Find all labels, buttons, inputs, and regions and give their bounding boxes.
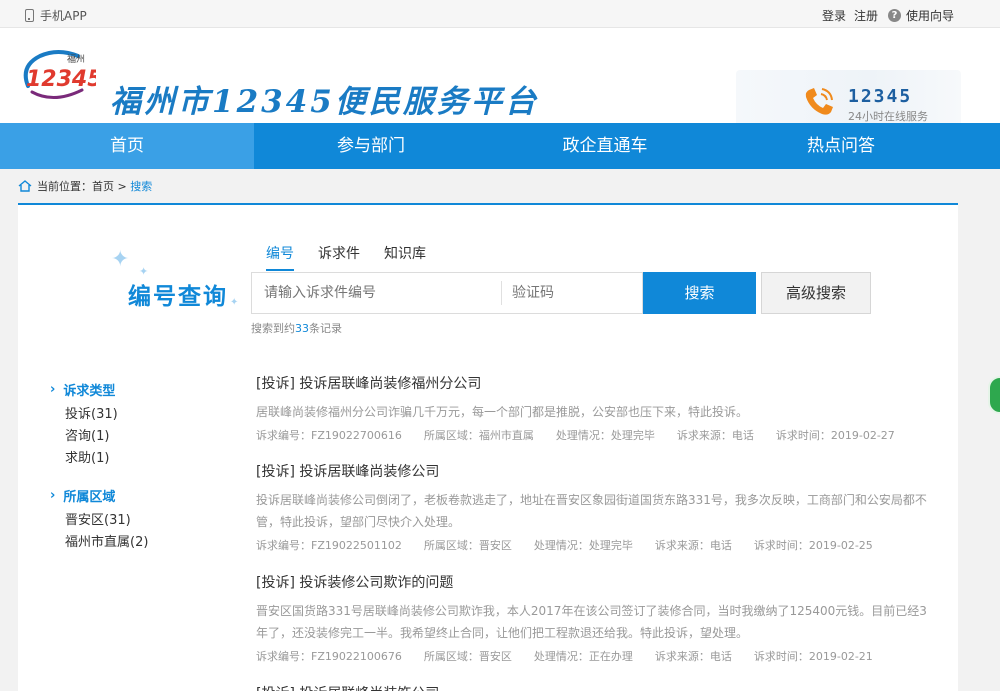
result-meta-field: 所属区域：晋安区 — [423, 539, 512, 552]
result-title[interactable]: [投诉] 投诉居联峰尚装修福州分公司 — [256, 373, 936, 393]
hotline-subtitle: 24小时在线服务 — [848, 110, 928, 123]
result-meta-field: 诉求编号：FZ19022100676 — [256, 650, 402, 663]
result-meta: 诉求编号：FZ19022700616 所属区域：福州市直属 处理情况：处理完毕 … — [256, 427, 936, 443]
search-tabs: 编号 诉求件 知识库 — [266, 243, 450, 271]
result-description: 居联峰尚装修福州分公司诈骗几千万元，每一个部门都是推脱，公安部也压下来，特此投诉… — [256, 405, 749, 419]
user-guide-link[interactable]: 使用向导 — [906, 7, 954, 24]
result-meta-field: 诉求编号：FZ19022501102 — [256, 539, 402, 552]
facet-option[interactable]: 晋安区(31) — [50, 510, 148, 532]
result-item: [投诉] 投诉居联峰尚装修公司 投诉居联峰尚装修公司倒闭了，老板卷款逃走了，地址… — [256, 461, 936, 553]
logo-sub: 福州 — [67, 53, 85, 65]
result-meta-field: 诉求时间：2019-02-25 — [753, 539, 873, 552]
nav-departments[interactable]: 参与部门 — [254, 123, 488, 169]
result-meta-field: 处理情况：处理完毕 — [533, 539, 633, 552]
sparkle-icon: ✦ — [111, 247, 130, 272]
result-meta-field: 诉求时间：2019-02-27 — [775, 429, 895, 442]
search-heading: 编号查询 — [128, 283, 228, 310]
result-title[interactable]: [投诉] 投诉装修公司欺诈的问题 — [256, 572, 936, 592]
result-description: 投诉居联峰尚装修公司倒闭了，老板卷款逃走了，地址在晋安区象园街道国货东路331号… — [256, 493, 927, 529]
tab-number[interactable]: 编号 — [266, 243, 294, 271]
facet-option[interactable]: 求助(1) — [50, 448, 118, 470]
result-title[interactable]: [投诉] 投诉居联峰尚装修公司 — [256, 461, 936, 481]
result-meta-field: 所属区域：福州市直属 — [423, 429, 534, 442]
result-meta-field: 诉求时间：2019-02-21 — [753, 650, 873, 663]
result-count-prefix: 搜索到约 — [251, 322, 295, 335]
result-meta-field: 处理情况：正在办理 — [533, 650, 633, 663]
search-button[interactable]: 搜索 — [643, 272, 756, 314]
facet-heading-label: 诉求类型 — [63, 384, 116, 399]
login-link[interactable]: 登录 — [822, 7, 846, 24]
result-meta: 诉求编号：FZ19022100676 所属区域：晋安区 处理情况：正在办理 诉求… — [256, 648, 936, 664]
breadcrumb-separator: > — [114, 179, 131, 193]
phone-hotline-icon — [805, 88, 833, 115]
sparkle-icon: ✦ — [230, 297, 239, 308]
result-meta-field: 诉求来源：电话 — [676, 429, 754, 442]
breadcrumb: 当前位置： 首页 > 搜索 — [18, 178, 152, 194]
register-link[interactable]: 注册 — [854, 7, 878, 24]
site-title: 福州市12345便民服务平台 — [110, 84, 539, 120]
tab-requests[interactable]: 诉求件 — [318, 243, 360, 271]
tab-knowledge-base[interactable]: 知识库 — [384, 243, 426, 271]
result-meta: 诉求编号：FZ19022501102 所属区域：晋安区 处理情况：处理完毕 诉求… — [256, 537, 936, 553]
mobile-phone-icon — [25, 9, 34, 22]
result-meta-field: 所属区域：晋安区 — [423, 650, 512, 663]
logo-number: 12345 — [26, 67, 96, 92]
facet-heading[interactable]: › 诉求类型 — [50, 380, 118, 399]
facet-option[interactable]: 福州市直属(2) — [50, 532, 148, 554]
chevron-right-icon: › — [50, 382, 56, 397]
result-item: [投诉] 投诉居联峰尚装饰公司 — [256, 683, 936, 691]
facet-option[interactable]: 咨询(1) — [50, 426, 118, 448]
search-box — [251, 272, 643, 314]
facet-option[interactable]: 投诉(31) — [50, 404, 118, 426]
floating-side-badge[interactable] — [988, 376, 1000, 414]
site-logo[interactable]: 福州 12345 — [18, 46, 96, 106]
result-title[interactable]: [投诉] 投诉居联峰尚装饰公司 — [256, 683, 936, 691]
home-icon — [18, 180, 32, 192]
request-number-input[interactable] — [252, 273, 501, 313]
result-count-number: 33 — [295, 322, 309, 335]
nav-hot-qa[interactable]: 热点问答 — [722, 123, 960, 169]
help-icon: ? — [887, 9, 901, 22]
facet-request-type: › 诉求类型 投诉(31) 咨询(1) 求助(1) — [50, 380, 118, 470]
result-item: [投诉] 投诉居联峰尚装修福州分公司 居联峰尚装修福州分公司诈骗几千万元，每一个… — [256, 373, 936, 443]
result-meta-field: 诉求来源：电话 — [654, 539, 732, 552]
result-meta-field: 处理情况：处理完毕 — [555, 429, 655, 442]
main-nav: 首页 参与部门 政企直通车 热点问答 — [0, 123, 1000, 169]
facet-heading-label: 所属区域 — [63, 490, 116, 505]
result-meta-field: 诉求来源：电话 — [654, 650, 732, 663]
advanced-search-button[interactable]: 高级搜索 — [761, 272, 871, 314]
result-description: 晋安区国货路331号居联峰尚装修公司欺诈我，本人2017年在该公司签订了装修合同… — [256, 604, 927, 640]
top-bar: 手机APP 登录 注册 ? 使用向导 — [0, 0, 1000, 28]
mobile-app-label: 手机APP — [40, 9, 87, 23]
facet-heading[interactable]: › 所属区域 — [50, 486, 148, 505]
result-count: 搜索到约33条记录 — [251, 320, 342, 336]
nav-enterprise-express[interactable]: 政企直通车 — [488, 123, 722, 169]
search-panel: ✦ ✦ ✦ 编号查询 编号 诉求件 知识库 搜索 高级搜索 搜索到约33条记录 … — [18, 203, 958, 691]
nav-home[interactable]: 首页 — [0, 123, 254, 169]
result-count-suffix: 条记录 — [309, 322, 342, 335]
captcha-input[interactable] — [502, 273, 642, 313]
hotline-number: 12345 — [848, 86, 913, 107]
mobile-app-link[interactable]: 手机APP — [25, 7, 87, 24]
breadcrumb-current[interactable]: 搜索 — [130, 178, 152, 194]
breadcrumb-prefix: 当前位置： — [37, 180, 92, 193]
facet-region: › 所属区域 晋安区(31) 福州市直属(2) — [50, 486, 148, 554]
breadcrumb-home[interactable]: 首页 — [92, 178, 114, 194]
result-item: [投诉] 投诉装修公司欺诈的问题 晋安区国货路331号居联峰尚装修公司欺诈我，本… — [256, 572, 936, 664]
chevron-right-icon: › — [50, 488, 56, 503]
site-header: 福州 12345 福州市12345便民服务平台 12345 24小时在线服务 — [0, 28, 1000, 134]
result-meta-field: 诉求编号：FZ19022700616 — [256, 429, 402, 442]
